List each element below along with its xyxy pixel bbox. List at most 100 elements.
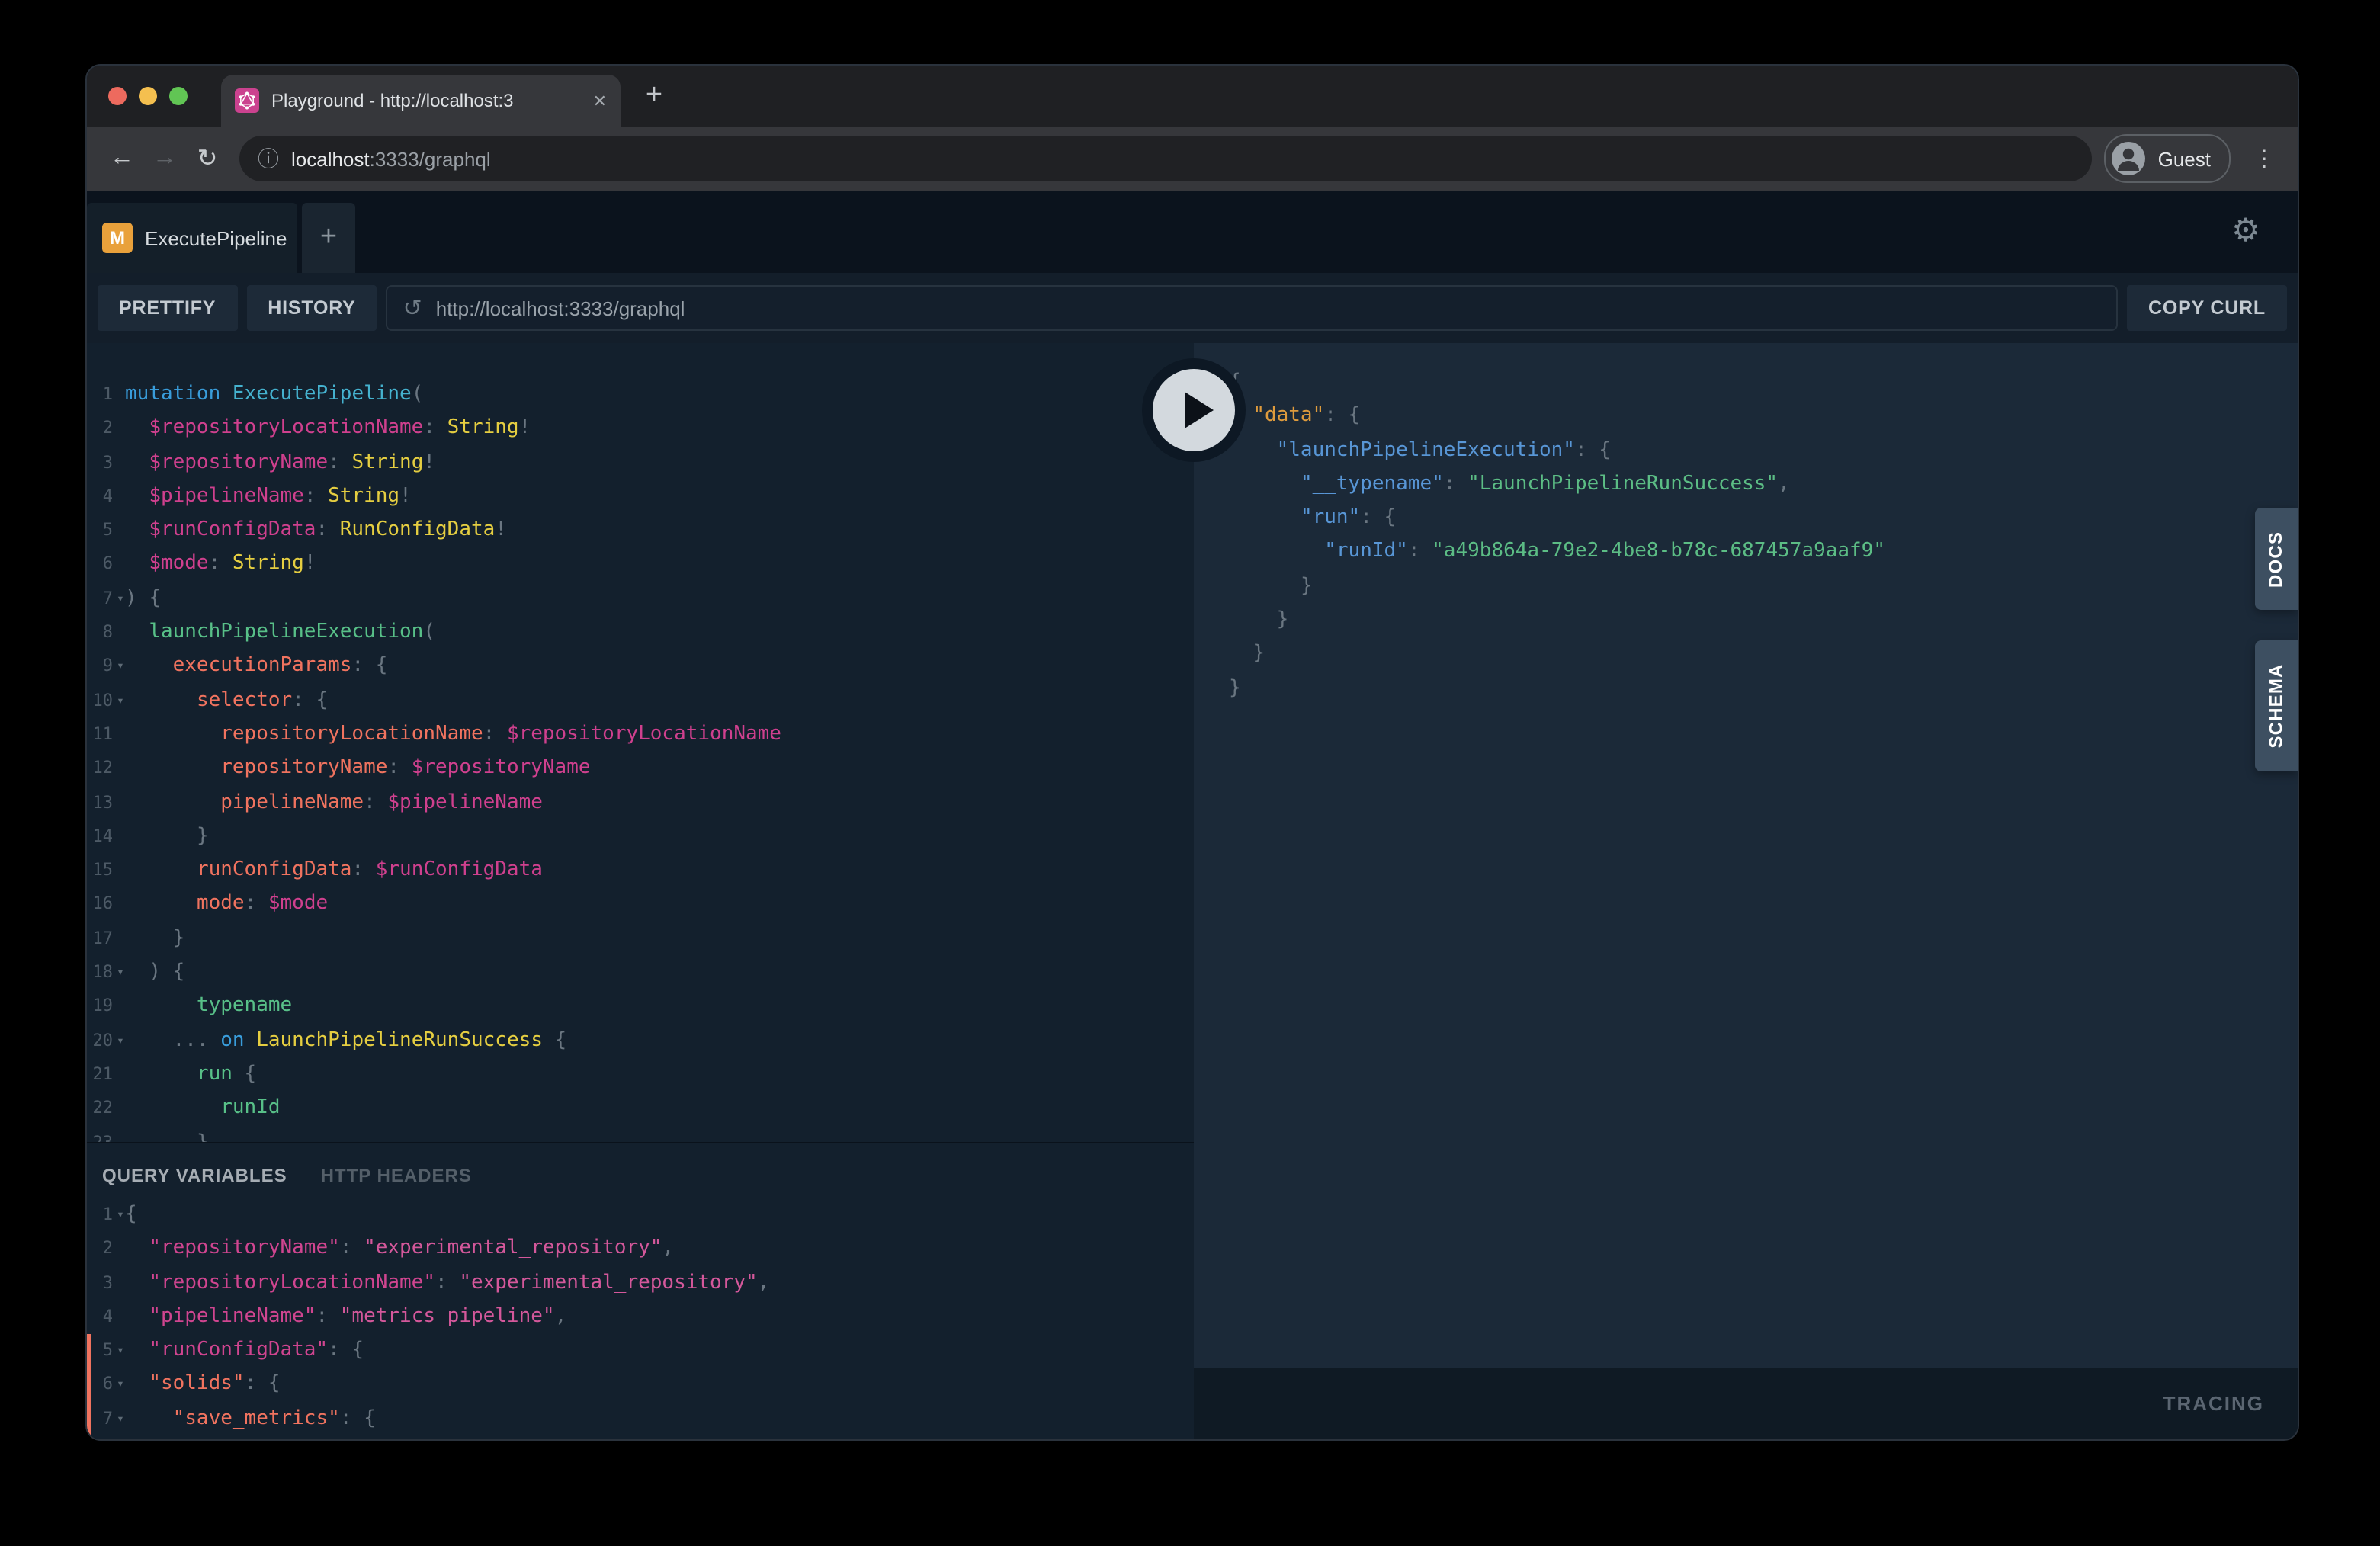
fold-gutter — [1194, 638, 1229, 672]
execute-button[interactable] — [1142, 358, 1246, 462]
back-icon[interactable]: ← — [102, 139, 142, 178]
code-line: 7▾) { — [87, 582, 1194, 617]
new-tab-button[interactable]: + — [630, 72, 678, 120]
code-line: "__typename": "LaunchPipelineRunSuccess"… — [1194, 468, 2298, 502]
fold-gutter — [113, 1126, 125, 1142]
tracing-bar: TRACING — [1194, 1368, 2298, 1439]
graphql-favicon-icon — [235, 88, 259, 113]
code-text: "pipelineName": "metrics_pipeline", — [125, 1301, 566, 1335]
code-line: 9▾ executionParams: { — [87, 650, 1194, 685]
history-button[interactable]: HISTORY — [246, 285, 377, 331]
session-tab-title: ExecutePipeline — [145, 226, 287, 249]
site-info-icon[interactable]: ⓘ — [258, 143, 279, 174]
code-text: ) { — [125, 582, 161, 617]
fold-arrow-icon[interactable]: ▾ — [113, 1368, 125, 1403]
url-host: localhost — [291, 147, 370, 170]
code-line: 2 $repositoryLocationName: String! — [87, 412, 1194, 447]
browser-tab[interactable]: Playground - http://localhost:3 ✕ — [221, 75, 621, 127]
line-number: 1 — [91, 378, 113, 412]
endpoint-input[interactable]: ↺ http://localhost:3333/graphql — [387, 285, 2118, 331]
query-pane[interactable]: 1mutation ExecutePipeline(2 $repositoryL… — [87, 343, 1194, 1439]
fold-gutter — [113, 888, 125, 922]
code-line: 7▾ "save_metrics": { — [87, 1403, 1194, 1437]
fold-gutter — [113, 378, 125, 412]
line-number: 10 — [91, 684, 113, 718]
workspace: 1mutation ExecutePipeline(2 $repositoryL… — [87, 343, 2298, 1439]
line-number: 4 — [91, 1301, 113, 1335]
code-text: pipelineName: $pipelineName — [125, 786, 543, 820]
profile-chip[interactable]: Guest — [2105, 134, 2231, 183]
fold-gutter — [1194, 570, 1229, 605]
window-controls — [108, 87, 188, 105]
minimize-window-button[interactable] — [139, 87, 157, 105]
reload-schema-icon[interactable]: ↺ — [403, 294, 422, 322]
fold-arrow-icon[interactable]: ▾ — [113, 684, 125, 718]
line-number: 7 — [91, 1403, 113, 1437]
schema-label: SCHEMA — [2266, 663, 2287, 748]
line-number: 20 — [91, 1024, 113, 1058]
fold-gutter — [113, 446, 125, 480]
code-text: } — [1229, 638, 1265, 672]
fold-arrow-icon[interactable]: ▾ — [113, 582, 125, 617]
code-text: repositoryLocationName: $repositoryLocat… — [125, 718, 781, 752]
line-number: 6 — [91, 548, 113, 582]
fold-gutter — [113, 616, 125, 650]
browser-tab-title: Playground - http://localhost:3 — [271, 90, 581, 111]
fold-arrow-icon[interactable]: ▾ — [113, 1403, 125, 1437]
tab-query-variables[interactable]: QUERY VARIABLES — [102, 1165, 287, 1186]
tab-http-headers[interactable]: HTTP HEADERS — [321, 1165, 472, 1186]
code-text: mode: $mode — [125, 888, 328, 922]
tab-schema[interactable]: SCHEMA — [2255, 640, 2298, 771]
code-text: "launchPipelineExecution": { — [1229, 434, 1611, 468]
code-text: } — [1229, 672, 1241, 706]
reload-icon[interactable]: ↻ — [188, 139, 227, 178]
fold-gutter — [113, 548, 125, 582]
code-line: ▾{ — [1194, 366, 2298, 400]
session-tab-bar: M ExecutePipeline ✕ + ⚙ — [87, 191, 2298, 273]
line-number: 4 — [91, 480, 113, 515]
code-text: executionParams: { — [125, 650, 387, 685]
copy-curl-button[interactable]: COPY CURL — [2127, 285, 2287, 331]
fold-gutter — [113, 854, 125, 888]
code-text: selector: { — [125, 684, 328, 718]
code-line: } — [1194, 638, 2298, 672]
code-text: } — [125, 1126, 209, 1142]
close-window-button[interactable] — [108, 87, 127, 105]
settings-gear-icon[interactable]: ⚙ — [2224, 209, 2267, 252]
response-viewer[interactable]: ▾{▾ "data": {▾ "launchPipelineExecution"… — [1194, 343, 2298, 1368]
response-pane: ▾{▾ "data": {▾ "launchPipelineExecution"… — [1194, 343, 2298, 1439]
address-bar[interactable]: ⓘ localhost:3333/graphql — [239, 136, 2093, 181]
code-line: 13 pipelineName: $pipelineName — [87, 786, 1194, 820]
code-text: launchPipelineExecution( — [125, 616, 435, 650]
graphql-playground: M ExecutePipeline ✕ + ⚙ PRETTIFY HISTORY… — [87, 191, 2298, 1439]
line-number: 2 — [91, 1233, 113, 1267]
line-number: 15 — [91, 854, 113, 888]
code-text: $repositoryLocationName: String! — [125, 412, 531, 447]
code-line: 1 mutation ExecutePipeline( — [87, 378, 1194, 412]
fold-arrow-icon[interactable]: ▾ — [113, 1198, 125, 1233]
code-line: 14 } — [87, 820, 1194, 855]
new-session-button[interactable]: + — [302, 203, 355, 273]
fold-arrow-icon[interactable]: ▾ — [113, 1024, 125, 1058]
fold-gutter — [113, 1266, 125, 1301]
code-line: 3 $repositoryName: String! — [87, 446, 1194, 480]
tab-close-icon[interactable]: ✕ — [593, 91, 607, 111]
tracing-label[interactable]: TRACING — [2163, 1392, 2264, 1415]
tab-docs[interactable]: DOCS — [2255, 508, 2298, 610]
code-text: } — [1229, 604, 1288, 638]
code-text: repositoryName: $repositoryName — [125, 752, 591, 787]
fold-arrow-icon[interactable]: ▾ — [113, 956, 125, 990]
session-tab[interactable]: M ExecutePipeline ✕ — [87, 203, 297, 273]
fold-gutter — [113, 1233, 125, 1267]
prettify-button[interactable]: PRETTIFY — [98, 285, 237, 331]
fold-arrow-icon[interactable]: ▾ — [113, 1334, 125, 1368]
variables-editor[interactable]: 1▾{2 "repositoryName": "experimental_rep… — [87, 1195, 1194, 1436]
fold-arrow-icon[interactable]: ▾ — [113, 650, 125, 685]
code-line: } — [1194, 570, 2298, 605]
query-editor[interactable]: 1 mutation ExecutePipeline(2 $repositoryL… — [87, 343, 1194, 1142]
url-path: :3333/graphql — [370, 147, 491, 170]
zoom-window-button[interactable] — [169, 87, 188, 105]
browser-menu-icon[interactable]: ⋮ — [2246, 139, 2282, 178]
code-text: { — [125, 1198, 137, 1233]
code-text: mutation ExecutePipeline( — [125, 378, 423, 412]
